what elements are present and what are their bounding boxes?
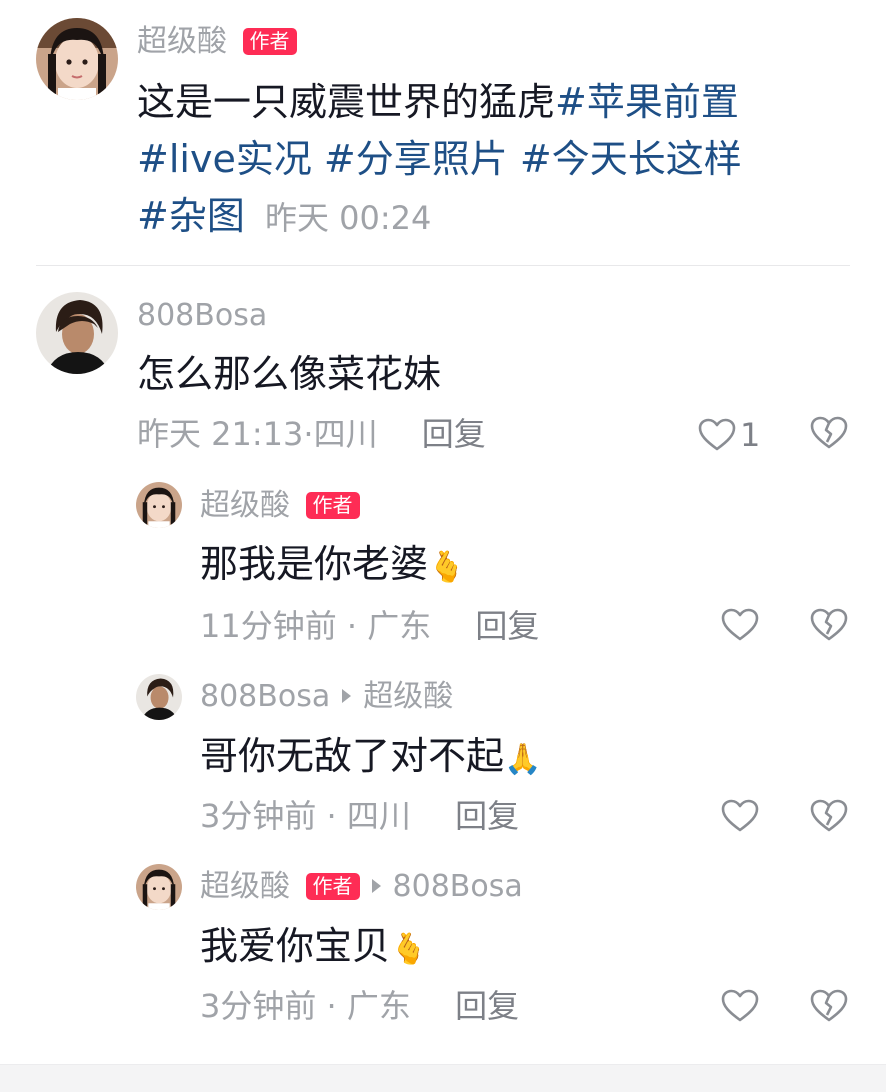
commenter-avatar[interactable] [36,292,118,374]
like-button[interactable] [721,608,759,642]
like-button[interactable] [721,989,759,1023]
comment-text: 怎么那么像菜花妹 [137,352,442,396]
hashtag[interactable]: #杂图 [137,194,245,238]
dislike-broken-heart-icon [810,989,848,1023]
like-count: 1 [740,416,761,454]
commenter-name[interactable]: 808Bosa [137,296,267,336]
reply-text: 我爱你宝贝 [200,924,391,968]
reply-to-name[interactable]: 808Bosa [393,869,523,904]
reply-to-name[interactable]: 超级酸 [363,679,453,714]
reply-avatar[interactable] [136,864,182,910]
like-button[interactable] [721,799,759,833]
author-badge: 作者 [305,492,360,519]
hashtag[interactable]: #分享照片 [324,137,508,181]
dislike-button[interactable] [810,416,848,450]
reply-text: 那我是你老婆 [200,542,429,586]
reply-button[interactable]: 回复 [475,607,539,645]
dislike-broken-heart-icon [810,416,848,450]
finger-heart-emoji: 🫰 [428,550,466,585]
reply-user-name[interactable]: 808Bosa [200,679,330,714]
dislike-button[interactable] [810,608,848,642]
reply-user-name[interactable]: 超级酸 [200,488,290,523]
heart-icon [721,799,759,833]
author-badge: 作者 [242,28,297,55]
finger-heart-emoji: 🫰 [390,932,428,967]
post-time: 昨天 00:24 [264,199,432,237]
reply-text: 哥你无敌了对不起 [200,734,505,778]
dislike-button[interactable] [810,989,848,1023]
reply-button[interactable]: 回复 [422,415,486,453]
like-button[interactable]: 1 [698,416,760,454]
reply-avatar[interactable] [136,674,182,720]
hashtag[interactable]: #苹果前置 [555,80,739,124]
hashtag[interactable]: #live实况 [137,137,312,181]
dislike-button[interactable] [810,799,848,833]
dislike-broken-heart-icon [810,608,848,642]
heart-icon [721,989,759,1023]
post-caption: 这是一只威震世界的猛虎 [137,80,556,124]
pray-emoji: 🙏 [504,742,542,777]
reply-meta: 3分钟前 · 四川 [200,797,411,835]
reply-arrow-icon [342,689,352,703]
reply-arrow-icon [371,879,381,893]
reply-avatar[interactable] [136,482,182,528]
author-badge: 作者 [305,873,360,900]
post-text: 这是一只威震世界的猛虎#苹果前置 #live实况 #分享照片 #今天长这样 #杂… [137,74,857,247]
comment-meta: 昨天 21:13·四川 [137,415,378,453]
heart-icon [698,418,736,452]
heart-icon [721,608,759,642]
reply-user-name[interactable]: 超级酸 [200,869,290,904]
comment-input-bar[interactable] [0,1064,886,1092]
reply-meta: 3分钟前 · 广东 [200,987,411,1025]
reply-button[interactable]: 回复 [455,797,519,835]
divider [36,265,850,266]
reply-button[interactable]: 回复 [455,987,519,1025]
reply-meta: 11分钟前 · 广东 [200,607,432,645]
post-author-name[interactable]: 超级酸 [137,24,227,59]
hashtag[interactable]: #今天长这样 [520,137,742,181]
dislike-broken-heart-icon [810,799,848,833]
post-author-avatar[interactable] [36,18,118,100]
